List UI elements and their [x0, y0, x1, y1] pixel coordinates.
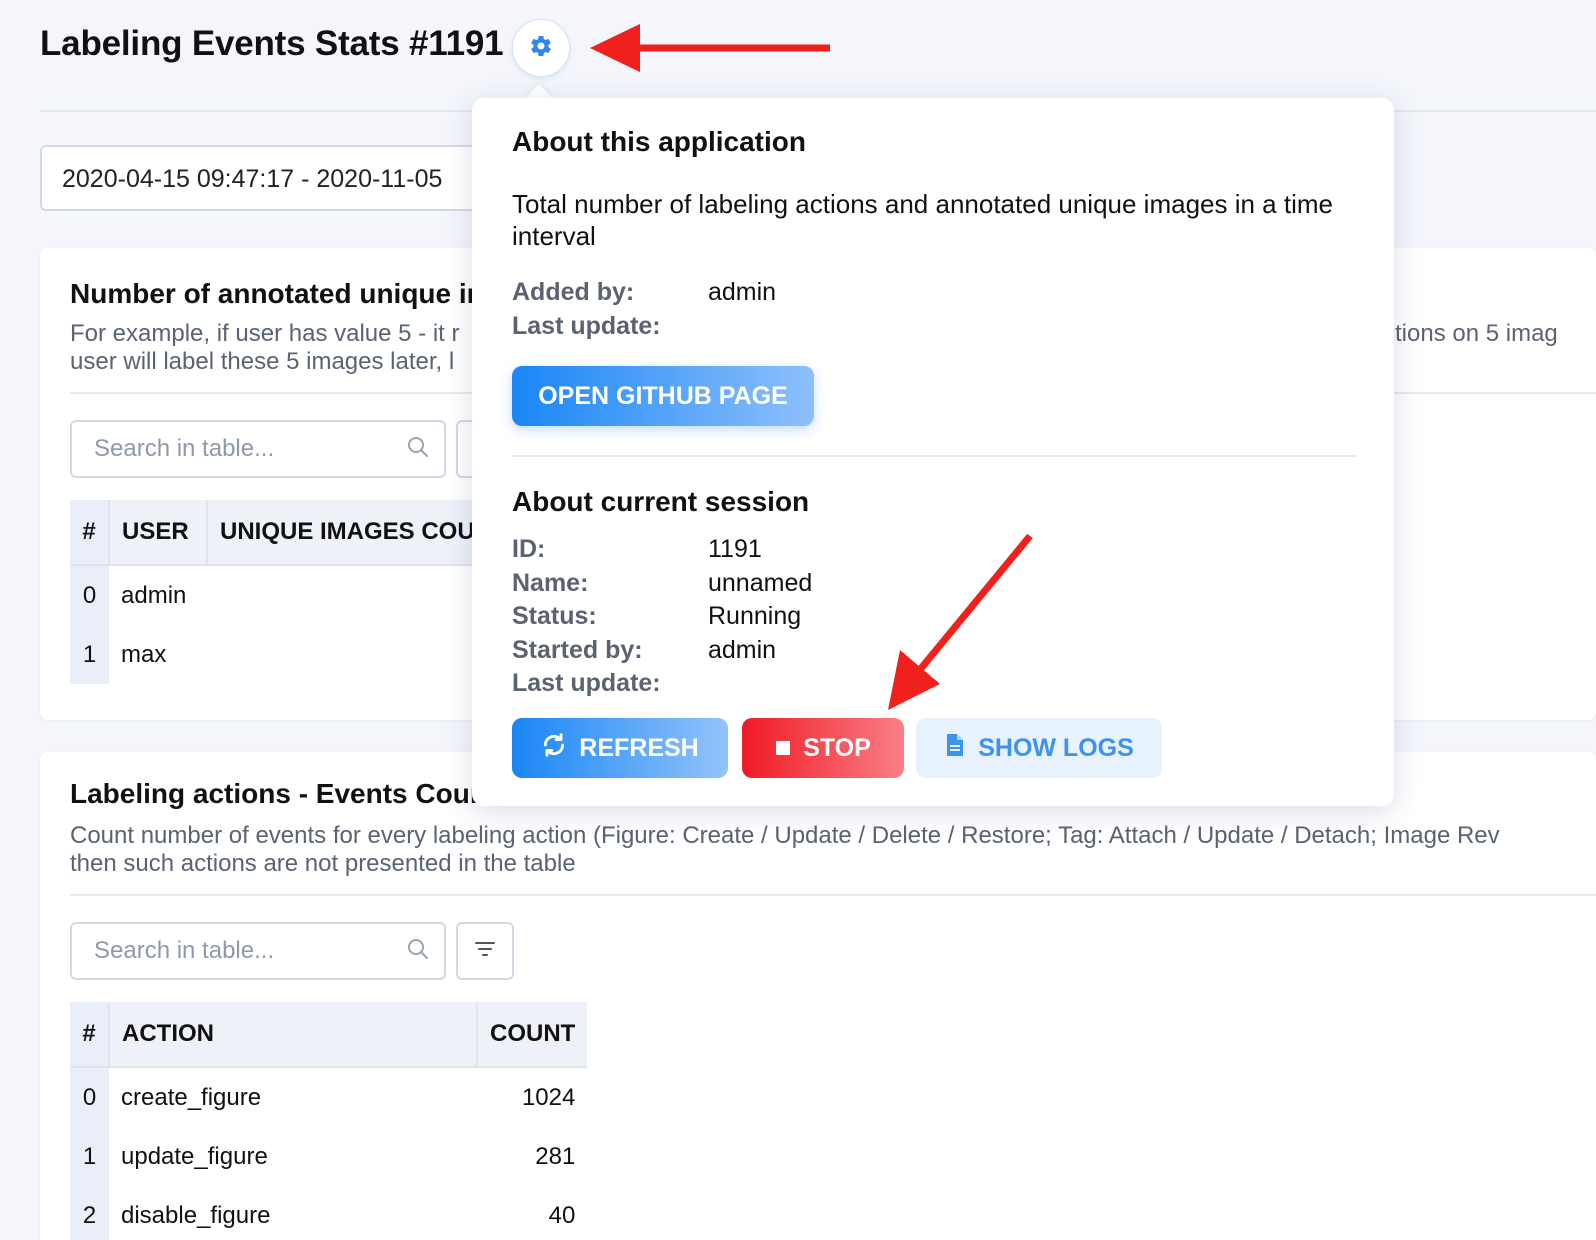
cell-count: 281 — [535, 1142, 576, 1170]
info-key: Added by: — [512, 278, 635, 306]
card-title: Labeling actions - Events Count — [70, 778, 497, 809]
info-key: Status: — [512, 602, 597, 630]
search-box[interactable] — [70, 420, 446, 478]
row-index: 0 — [70, 1067, 109, 1127]
cell-count: 1024 — [521, 1083, 576, 1111]
search-box[interactable] — [70, 922, 446, 980]
popover-divider — [512, 455, 1356, 457]
table-row[interactable]: 2 disable_figure 40 — [70, 1186, 587, 1240]
info-key: ID: — [512, 535, 546, 563]
app-info-list: Added by: admin Last update: — [512, 275, 776, 342]
stop-icon — [775, 734, 791, 763]
column-header-user[interactable]: USER — [109, 500, 208, 566]
info-key: Last update: — [512, 311, 661, 340]
about-popover: About this application Total number of l… — [472, 98, 1394, 806]
open-github-button[interactable]: OPEN GITHUB PAGE — [512, 366, 814, 426]
stop-label: STOP — [803, 733, 871, 762]
page: Labeling Events Stats #1191 2020-04-15 0… — [0, 0, 1596, 1240]
info-value: unnamed — [708, 568, 813, 597]
column-header-index[interactable]: # — [70, 1002, 110, 1068]
info-value: Running — [708, 602, 802, 630]
card-description-line2: user will label these 5 images later, l — [70, 348, 455, 375]
session-section-title: About current session — [512, 486, 810, 517]
refresh-icon — [541, 732, 567, 765]
card-description-line2: then such actions are not presented in t… — [70, 850, 576, 877]
actions-table: # ACTION COUNT 0 create_figure 1024 1 up… — [70, 1002, 588, 1240]
refresh-label: REFRESH — [579, 733, 699, 762]
row-index: 2 — [70, 1186, 109, 1240]
app-section-title: About this application — [512, 126, 806, 157]
cell-action: create_figure — [121, 1083, 262, 1111]
show-logs-label: SHOW LOGS — [978, 733, 1134, 762]
card-description-line1: Count number of events for every labelin… — [70, 822, 1500, 849]
column-header-index[interactable]: # — [70, 500, 110, 566]
info-row: Started by: admin — [512, 633, 812, 667]
card-description-line: For example, if user has value 5 - it r — [70, 320, 460, 347]
info-row: Name: unnamed — [512, 566, 812, 600]
info-row: Last update: — [512, 309, 776, 343]
info-key: Last update: — [512, 669, 661, 697]
filter-icon — [473, 937, 497, 966]
search-input[interactable] — [92, 434, 406, 464]
table-header-row: # ACTION COUNT — [70, 1002, 588, 1068]
cell-action: disable_figure — [121, 1201, 271, 1229]
info-value: admin — [708, 635, 777, 664]
info-key: Started by: — [512, 635, 643, 664]
cell-action: update_figure — [121, 1142, 268, 1170]
info-row: Added by: admin — [512, 275, 776, 309]
card-description-right: tions on 5 imag — [1395, 320, 1558, 347]
table-row[interactable]: 0 create_figure 1024 — [70, 1067, 587, 1127]
info-row: ID: 1191 — [512, 532, 812, 566]
table-row[interactable]: 1 update_figure 281 — [70, 1127, 587, 1186]
info-key: Name: — [512, 568, 589, 597]
settings-button[interactable] — [512, 19, 570, 77]
row-index: 0 — [70, 565, 109, 625]
document-icon — [944, 733, 966, 764]
search-icon — [406, 435, 430, 464]
search-icon — [406, 937, 430, 966]
column-header-action[interactable]: ACTION — [109, 1002, 478, 1068]
info-value: admin — [708, 278, 777, 306]
date-range-picker[interactable]: 2020-04-15 09:47:17 - 2020-11-05 — [40, 145, 540, 211]
annotation-arrow-icon — [590, 24, 830, 72]
row-index: 1 — [70, 1127, 109, 1186]
info-row: Last update: — [512, 666, 812, 700]
session-info-list: ID: 1191 Name: unnamed Status: Running S… — [512, 532, 812, 700]
show-logs-button[interactable]: SHOW LOGS — [916, 718, 1162, 778]
row-index: 1 — [70, 625, 109, 684]
info-row: Status: Running — [512, 599, 812, 633]
cell-user: admin — [121, 581, 187, 609]
column-header-count[interactable]: COUNT — [477, 1002, 588, 1068]
gear-icon — [529, 34, 553, 63]
page-title: Labeling Events Stats #1191 — [40, 24, 504, 63]
search-input[interactable] — [92, 936, 406, 966]
app-description: Total number of labeling actions and ann… — [512, 189, 1333, 251]
card-description: For example, if user has value 5 - it r — [70, 320, 459, 348]
stop-button[interactable]: STOP — [742, 718, 904, 778]
refresh-button[interactable]: REFRESH — [512, 718, 728, 778]
cell-user: max — [121, 640, 167, 668]
events-count-card: Labeling actions - Events Count Count nu… — [40, 752, 1596, 1240]
card-divider — [70, 894, 1596, 896]
cell-count: 40 — [548, 1201, 576, 1229]
info-value: 1191 — [708, 535, 762, 563]
filter-button[interactable] — [456, 922, 514, 980]
